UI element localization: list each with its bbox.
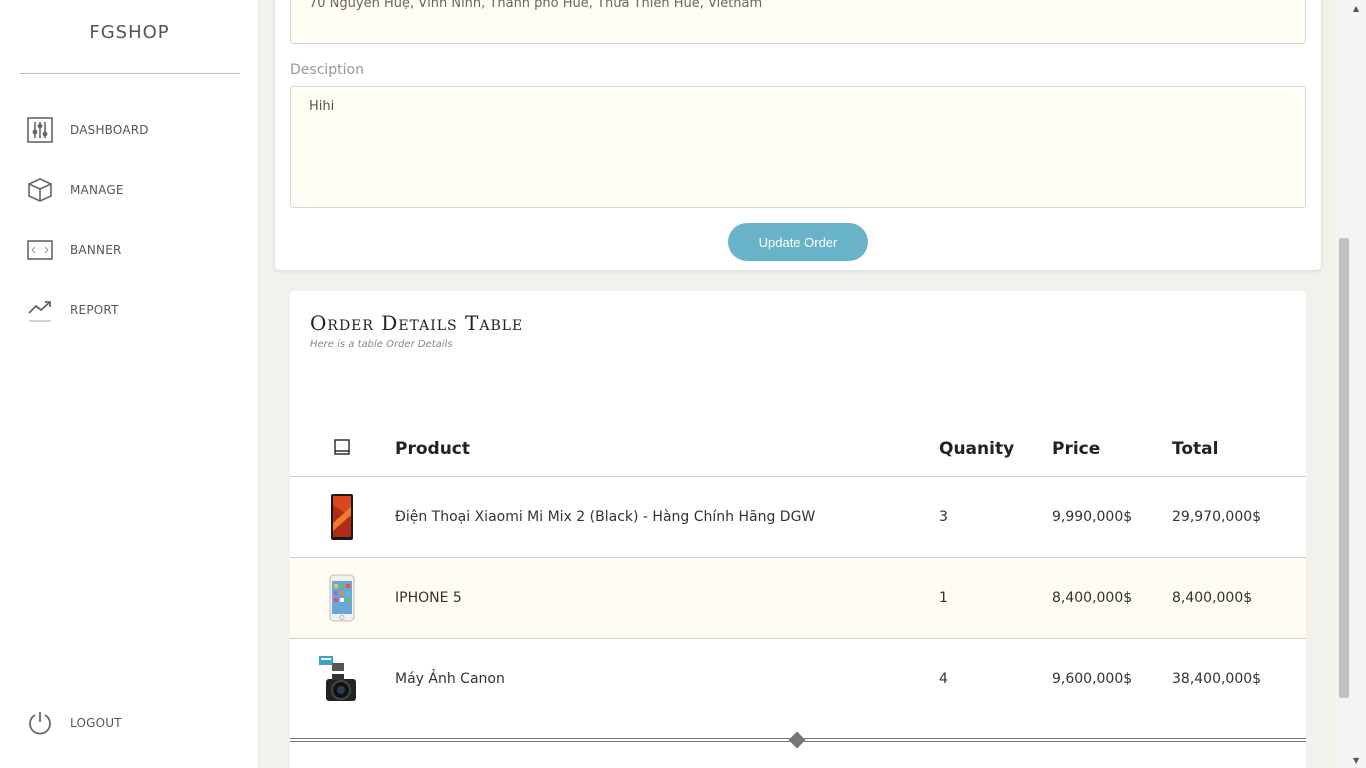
- table-header: Product Quanity Price Total: [290, 421, 1306, 477]
- power-icon: [26, 709, 54, 737]
- order-form-card: 70 Nguyễn Huệ, Vĩnh Ninh, Thành phố Huế,…: [275, 0, 1321, 270]
- logout-button[interactable]: LOGOUT: [26, 708, 122, 738]
- order-details-card: Order Details Table Here is a table Orde…: [290, 291, 1306, 768]
- column-header-total: Total: [1172, 439, 1219, 459]
- sidebar-item-label: BANNER: [70, 243, 122, 257]
- table-row: IPHONE 5 1 8,400,000$ 8,400,000$: [290, 558, 1306, 639]
- box-icon: [26, 176, 54, 204]
- address-value: 70 Nguyễn Huệ, Vĩnh Ninh, Thành phố Huế,…: [309, 0, 763, 11]
- total-value: 8,400,000$: [1172, 590, 1253, 606]
- total-value: 38,400,000$: [1172, 671, 1262, 687]
- table-row: Máy Ảnh Canon 4 9,600,000$ 38,400,000$: [290, 639, 1306, 720]
- quantity-value: 3: [939, 509, 948, 525]
- product-name: IPHONE 5: [395, 590, 462, 606]
- sidebar-item-dashboard[interactable]: DASHBOARD: [26, 115, 149, 145]
- product-name: Máy Ảnh Canon: [395, 671, 505, 687]
- sidebar-item-label: DASHBOARD: [70, 123, 149, 137]
- brand-divider: [20, 73, 240, 74]
- divider-diamond: [788, 731, 806, 749]
- main-content: 70 Nguyễn Huệ, Vĩnh Ninh, Thành phố Huế,…: [260, 0, 1336, 768]
- description-value: Hihi: [309, 99, 335, 114]
- banner-icon: [26, 236, 54, 264]
- quantity-value: 4: [939, 671, 948, 687]
- sidebar-item-manage[interactable]: MANAGE: [26, 175, 124, 205]
- brand-logo[interactable]: FGSHOP: [0, 22, 259, 43]
- column-header-product: Product: [395, 439, 470, 459]
- sidebar-item-report[interactable]: REPORT: [26, 295, 119, 325]
- iphone-thumbnail: [328, 574, 356, 622]
- table-subtitle: Here is a table Order Details: [310, 339, 453, 350]
- product-name: Điện Thoại Xiaomi Mi Mix 2 (Black) - Hàn…: [395, 509, 816, 525]
- camera-thumbnail: [318, 655, 358, 703]
- description-label: Desciption: [290, 62, 364, 78]
- update-order-button[interactable]: Update Order: [728, 223, 868, 261]
- price-value: 9,990,000$: [1052, 509, 1133, 525]
- quantity-value: 1: [939, 590, 948, 606]
- sidebar-item-label: MANAGE: [70, 183, 124, 197]
- logout-label: LOGOUT: [70, 716, 122, 730]
- column-header-quantity: Quanity: [939, 439, 1015, 459]
- column-header-price: Price: [1052, 439, 1101, 459]
- total-value: 29,970,000$: [1172, 509, 1262, 525]
- scroll-up-arrow-icon[interactable]: ▲: [1353, 4, 1359, 13]
- address-field[interactable]: 70 Nguyễn Huệ, Vĩnh Ninh, Thành phố Huế,…: [290, 0, 1306, 44]
- table-title: Order Details Table: [310, 311, 524, 335]
- sliders-icon: [26, 116, 54, 144]
- sidebar: FGSHOP DASHBOARD MANAGE BANNER REPORT LO…: [0, 0, 259, 768]
- scroll-down-arrow-icon[interactable]: ▼: [1353, 756, 1359, 765]
- price-value: 9,600,000$: [1052, 671, 1133, 687]
- price-value: 8,400,000$: [1052, 590, 1133, 606]
- image-icon: [334, 439, 350, 455]
- scrollbar-thumb[interactable]: [1339, 238, 1349, 698]
- sidebar-item-label: REPORT: [70, 303, 119, 317]
- phone-thumbnail: [328, 493, 356, 541]
- table-row: Điện Thoại Xiaomi Mi Mix 2 (Black) - Hàn…: [290, 477, 1306, 558]
- description-textarea[interactable]: Hihi: [290, 86, 1306, 208]
- sidebar-item-banner[interactable]: BANNER: [26, 235, 122, 265]
- trend-icon: [26, 296, 54, 324]
